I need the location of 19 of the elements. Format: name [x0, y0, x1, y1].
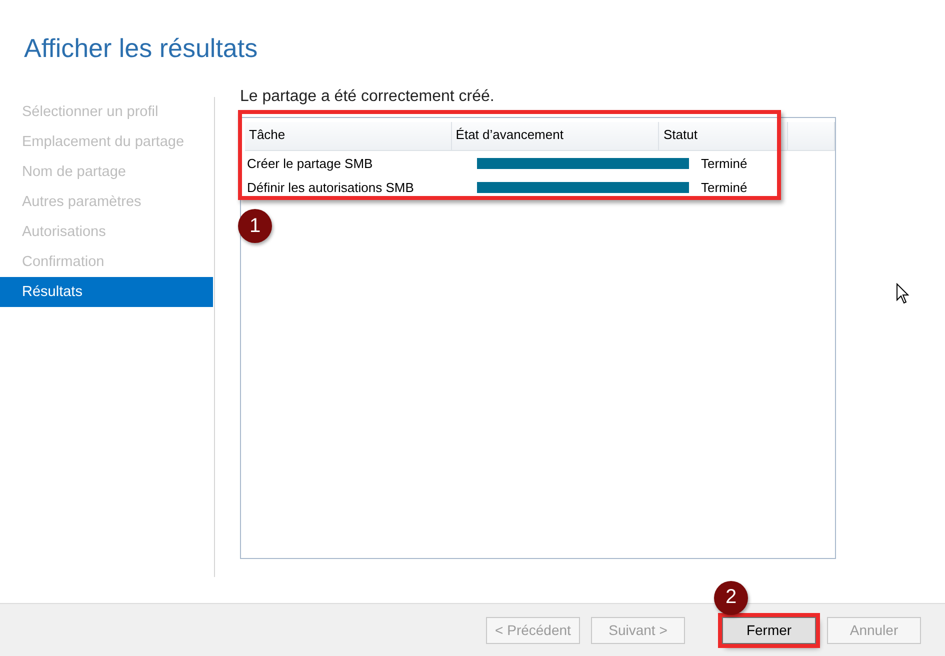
callout-badge: 1: [238, 209, 272, 243]
status-cell-text: Terminé: [700, 156, 748, 170]
wizard-step[interactable]: Confirmation: [0, 247, 213, 277]
task-cell-text: Définir les autorisations SMB: [246, 180, 415, 194]
status-cell-text: Terminé: [700, 180, 748, 194]
success-message: Le partage a été correctement créé.: [240, 89, 496, 107]
column-header[interactable]: Statut: [659, 122, 788, 150]
callout-badge: 2: [714, 580, 748, 615]
mouse-cursor-icon: [896, 283, 910, 305]
column-header[interactable]: État d’avancement: [452, 122, 660, 150]
column-header[interactable]: Tâche: [245, 122, 452, 150]
wizard-step[interactable]: Emplacement du partage: [0, 127, 213, 157]
wizard-step[interactable]: Sélectionner un profil: [0, 97, 213, 127]
wizard-step[interactable]: Autres paramètres: [0, 187, 213, 217]
page-title: Afficher les résultats: [24, 32, 259, 65]
wizard-step[interactable]: Autorisations: [0, 217, 213, 247]
wizard-step[interactable]: Résultats: [0, 277, 213, 307]
wizard-step[interactable]: Nom de partage: [0, 157, 213, 187]
task-cell-text: Créer le partage SMB: [246, 156, 374, 170]
